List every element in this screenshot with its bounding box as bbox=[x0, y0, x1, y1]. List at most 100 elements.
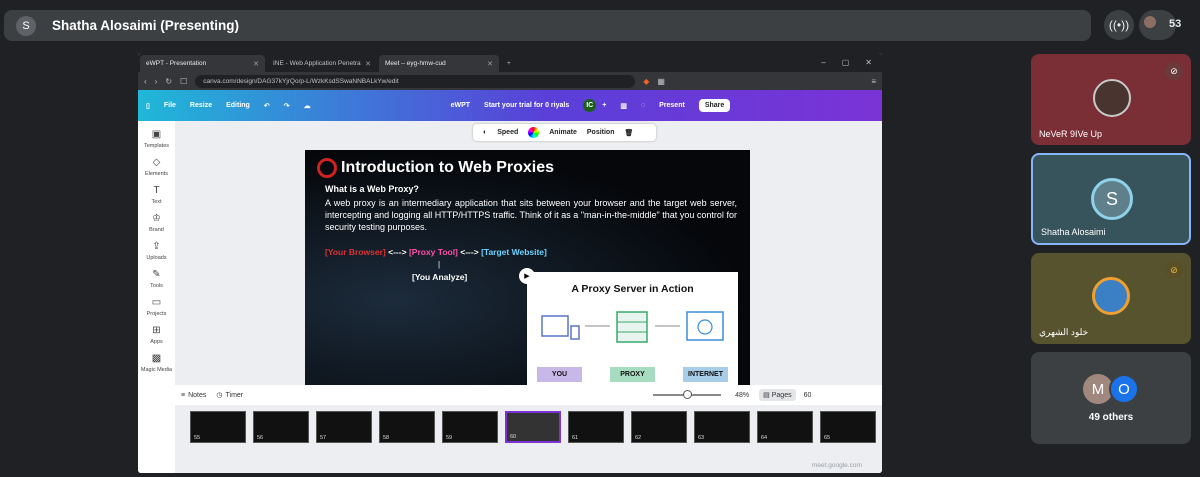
present-button[interactable]: Present bbox=[659, 102, 685, 109]
elements-icon: ◇ bbox=[152, 157, 161, 168]
pages-button[interactable]: ▤ Pages bbox=[759, 389, 796, 401]
color-wheel-icon[interactable] bbox=[528, 127, 540, 138]
label-proxy: PROXY bbox=[610, 367, 655, 382]
reload-icon[interactable]: ↻ bbox=[165, 77, 172, 86]
undo-icon[interactable]: ↶ bbox=[264, 102, 270, 110]
editing-dropdown[interactable]: Editing bbox=[226, 102, 250, 109]
participant-tile[interactable]: ⊘ NeVeR 9IVe Up bbox=[1031, 54, 1191, 145]
thumbnail-selected[interactable]: 60 bbox=[505, 411, 561, 443]
sidebar-label: Text bbox=[151, 199, 162, 205]
thumbnail-number: 56 bbox=[257, 435, 264, 441]
position-button[interactable]: Position bbox=[587, 129, 615, 136]
timer-button[interactable]: Timer bbox=[226, 392, 244, 399]
thumbnail[interactable]: 57 bbox=[316, 411, 372, 443]
thumbnail[interactable]: 62 bbox=[631, 411, 687, 443]
redo-icon[interactable]: ↷ bbox=[284, 102, 290, 110]
thumbnail[interactable]: 63 bbox=[694, 411, 750, 443]
brave-shield-icon[interactable]: ◆ bbox=[643, 77, 649, 86]
forward-icon[interactable]: › bbox=[155, 77, 158, 86]
maximize-icon[interactable]: ▢ bbox=[842, 58, 850, 67]
sidebar-item-brand[interactable]: ♔ Brand bbox=[149, 213, 164, 233]
thumbnail-number: 64 bbox=[761, 435, 768, 441]
share-button[interactable]: Share bbox=[698, 99, 731, 112]
play-icon[interactable]: ▶ bbox=[519, 268, 535, 284]
zoom-slider[interactable] bbox=[653, 390, 722, 399]
bookmark-icon[interactable]: ☐ bbox=[180, 77, 187, 86]
resize-button[interactable]: Resize bbox=[190, 102, 212, 109]
label-you: YOU bbox=[537, 367, 582, 382]
proxy-flow: [Your Browser] <---> [Proxy Tool] <---> … bbox=[325, 247, 547, 257]
close-window-icon[interactable]: ✕ bbox=[865, 58, 872, 67]
participant-name: Shatha Alosaimi bbox=[1041, 227, 1106, 237]
sidebar-item-text[interactable]: T Text bbox=[151, 185, 161, 205]
sidebar-item-projects[interactable]: ▭ Projects bbox=[147, 297, 167, 317]
flow-you-analyze: [You Analyze] bbox=[412, 272, 468, 282]
presenting-title: Shatha Alosaimi (Presenting) bbox=[52, 18, 240, 33]
back-icon[interactable]: ‹ bbox=[144, 77, 147, 86]
menu-icon[interactable]: ≡ bbox=[871, 77, 876, 86]
add-collaborator-icon[interactable]: + bbox=[602, 102, 606, 109]
sidebar-item-elements[interactable]: ◇ Elements bbox=[145, 157, 168, 177]
thumbnail[interactable]: 64 bbox=[757, 411, 813, 443]
thumbnail[interactable]: 55 bbox=[190, 411, 246, 443]
cloud-icon: ☁ bbox=[303, 102, 311, 110]
address-bar-row: ‹ › ↻ ☐ canva.com/design/DAG37kYjrQo/p-L… bbox=[138, 72, 882, 90]
proxy-diagram-card: A Proxy Server in Action YOU PROXY INTER… bbox=[527, 272, 738, 397]
participant-tile[interactable]: ⊘ خلود الشهري bbox=[1031, 253, 1191, 344]
participant-tile-speaking[interactable]: S Shatha Alosaimi bbox=[1031, 153, 1191, 245]
thumbnail[interactable]: 65 bbox=[820, 411, 876, 443]
phone-icon bbox=[570, 325, 580, 340]
minimize-icon[interactable]: – bbox=[821, 58, 825, 67]
speed-button[interactable]: Speed bbox=[497, 129, 518, 136]
thumbnail[interactable]: 56 bbox=[253, 411, 309, 443]
browser-tab-strip: eWPT - Presentation ✕ INE - Web Applicati… bbox=[138, 53, 882, 72]
thumbnail[interactable]: 59 bbox=[442, 411, 498, 443]
url-field[interactable]: canva.com/design/DAG37kYjrQo/p-L/WzkKsdS… bbox=[195, 74, 636, 88]
sidebar-item-templates[interactable]: ▣ Templates bbox=[144, 129, 169, 149]
sidebar-item-magic-media[interactable]: ▩ Magic Media bbox=[141, 353, 172, 373]
insights-icon[interactable]: ▥ bbox=[620, 102, 627, 110]
animate-button[interactable]: Animate bbox=[549, 129, 577, 136]
document-name[interactable]: eWPT bbox=[451, 102, 470, 109]
participant-name: خلود الشهري bbox=[1039, 327, 1089, 337]
flow-target: [Target Website] bbox=[481, 247, 547, 257]
thumbnail-number: 63 bbox=[698, 435, 705, 441]
user-avatar[interactable]: IC bbox=[583, 99, 597, 112]
sidebar-item-uploads[interactable]: ⇪ Uploads bbox=[146, 241, 166, 261]
presenter-avatar: S bbox=[16, 15, 36, 36]
tab-meet[interactable]: Meet – eyg-hmw-cud ✕ bbox=[379, 55, 499, 72]
thumbnail[interactable]: 61 bbox=[568, 411, 624, 443]
close-icon[interactable]: ✕ bbox=[253, 60, 259, 68]
file-menu[interactable]: File bbox=[164, 102, 176, 109]
live-indicator-button[interactable]: ((•)) bbox=[1104, 10, 1134, 40]
new-tab-button[interactable]: + bbox=[501, 55, 517, 72]
slide-question: What is a Web Proxy? bbox=[325, 184, 419, 194]
sidebar-item-tools[interactable]: ✎ Tools bbox=[150, 269, 163, 289]
slide[interactable]: Introduction to Web Proxies What is a We… bbox=[305, 150, 750, 401]
sidebar-item-apps[interactable]: ⊞ Apps bbox=[150, 325, 163, 345]
sidebar-label: Brand bbox=[149, 227, 164, 233]
notes-button[interactable]: Notes bbox=[188, 392, 206, 399]
thumbnail[interactable]: 58 bbox=[379, 411, 435, 443]
globe-icon bbox=[697, 319, 713, 335]
trial-button[interactable]: Start your trial for 0 riyals bbox=[484, 102, 569, 109]
zoom-slider-knob[interactable] bbox=[683, 390, 693, 399]
extensions-icon[interactable]: ▦ bbox=[657, 77, 665, 86]
tools-icon: ✎ bbox=[152, 269, 161, 280]
close-icon[interactable]: ✕ bbox=[487, 60, 493, 68]
tab-ewpt[interactable]: eWPT - Presentation ✕ bbox=[140, 55, 265, 72]
others-tile[interactable]: M O 49 others bbox=[1031, 352, 1191, 444]
zoom-level[interactable]: 48% bbox=[735, 392, 749, 399]
comments-icon[interactable]: ◌ bbox=[641, 102, 645, 109]
tab-ine[interactable]: INE - Web Application Penetration Te ✕ bbox=[267, 55, 377, 72]
sidebar-toggle-icon[interactable]: ▯ bbox=[146, 102, 150, 110]
browser-window-icon bbox=[686, 311, 724, 341]
close-icon[interactable]: ✕ bbox=[365, 60, 371, 68]
thumbnail-number: 65 bbox=[824, 435, 831, 441]
tab-label: Meet – eyg-hmw-cud bbox=[385, 60, 446, 67]
trash-icon[interactable]: 🗑 bbox=[625, 129, 634, 137]
computer-icon bbox=[541, 315, 569, 337]
thumbnail-number: 59 bbox=[446, 435, 453, 441]
notes-icon: ≡ bbox=[181, 391, 186, 399]
flow-browser: [Your Browser] bbox=[325, 247, 386, 257]
